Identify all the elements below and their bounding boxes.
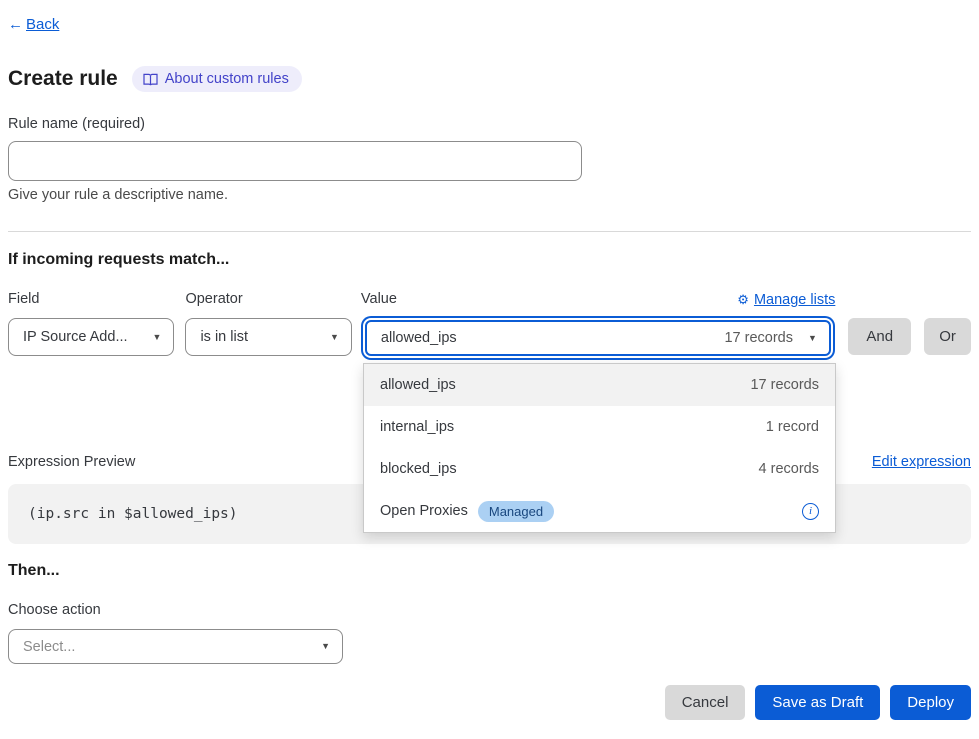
managed-badge: Managed bbox=[478, 501, 554, 522]
choose-action-label: Choose action bbox=[8, 602, 971, 619]
then-section-heading: Then... bbox=[8, 562, 971, 581]
page-title: Create rule bbox=[8, 67, 118, 91]
manage-lists-link[interactable]: ⚙ Manage lists bbox=[737, 292, 835, 308]
deploy-button[interactable]: Deploy bbox=[890, 685, 971, 720]
chevron-down-icon: ▼ bbox=[808, 334, 817, 343]
create-rule-page: ←Back Create rule About custom rules Rul… bbox=[0, 0, 979, 720]
or-button[interactable]: Or bbox=[924, 318, 971, 355]
about-badge-label: About custom rules bbox=[165, 71, 289, 87]
list-item-open-proxies[interactable]: Open Proxies Managed i bbox=[364, 490, 835, 532]
manage-lists-label: Manage lists bbox=[754, 292, 835, 308]
back-label: Back bbox=[26, 16, 59, 33]
field-select-value: IP Source Add... bbox=[23, 329, 128, 345]
operator-select[interactable]: is in list ▼ bbox=[185, 318, 351, 356]
match-section-heading: If incoming requests match... bbox=[8, 251, 971, 270]
expression-code: (ip.src in $allowed_ips) bbox=[28, 506, 238, 522]
list-item-records: 17 records bbox=[750, 377, 819, 393]
back-arrow-icon: ← bbox=[8, 16, 23, 33]
list-item-name: Open Proxies bbox=[380, 503, 468, 519]
list-item-allowed-ips[interactable]: allowed_ips 17 records bbox=[364, 364, 835, 406]
list-item-internal-ips[interactable]: internal_ips 1 record bbox=[364, 406, 835, 448]
operator-select-value: is in list bbox=[200, 329, 248, 345]
section-divider bbox=[8, 231, 971, 232]
value-combobox[interactable]: allowed_ips 17 records ▼ bbox=[365, 320, 831, 356]
list-item-records: 4 records bbox=[759, 461, 819, 477]
expression-preview-label: Expression Preview bbox=[8, 454, 135, 470]
condition-row: Field IP Source Add... ▼ Operator is in … bbox=[8, 291, 971, 356]
list-item-name: internal_ips bbox=[380, 419, 454, 435]
list-item-blocked-ips[interactable]: blocked_ips 4 records bbox=[364, 448, 835, 490]
chevron-down-icon: ▼ bbox=[330, 333, 339, 342]
chevron-down-icon: ▼ bbox=[153, 333, 162, 342]
action-select[interactable]: Select... ▼ bbox=[8, 629, 343, 664]
value-selected: allowed_ips bbox=[381, 330, 457, 346]
about-custom-rules-link[interactable]: About custom rules bbox=[132, 66, 302, 92]
rule-name-input[interactable] bbox=[8, 141, 582, 181]
cancel-button[interactable]: Cancel bbox=[665, 685, 746, 720]
list-item-records: 1 record bbox=[766, 419, 819, 435]
rule-name-helper: Give your rule a descriptive name. bbox=[8, 187, 971, 204]
list-dropdown-panel: allowed_ips 17 records internal_ips 1 re… bbox=[363, 363, 836, 533]
chevron-down-icon: ▼ bbox=[321, 642, 330, 651]
back-link[interactable]: ←Back bbox=[8, 16, 59, 33]
save-as-draft-button[interactable]: Save as Draft bbox=[755, 685, 880, 720]
list-item-name: allowed_ips bbox=[380, 377, 456, 393]
info-icon[interactable]: i bbox=[802, 503, 819, 520]
list-item-name: blocked_ips bbox=[380, 461, 457, 477]
book-icon bbox=[143, 73, 158, 86]
action-select-placeholder: Select... bbox=[23, 639, 75, 655]
and-button[interactable]: And bbox=[848, 318, 911, 355]
value-records-count: 17 records bbox=[724, 330, 793, 346]
field-select[interactable]: IP Source Add... ▼ bbox=[8, 318, 174, 356]
value-label: Value bbox=[361, 291, 397, 308]
gear-icon: ⚙ bbox=[737, 292, 749, 308]
edit-expression-link[interactable]: Edit expression bbox=[872, 454, 971, 470]
operator-label: Operator bbox=[185, 291, 351, 308]
field-label: Field bbox=[8, 291, 174, 308]
rule-name-label: Rule name (required) bbox=[8, 116, 971, 133]
